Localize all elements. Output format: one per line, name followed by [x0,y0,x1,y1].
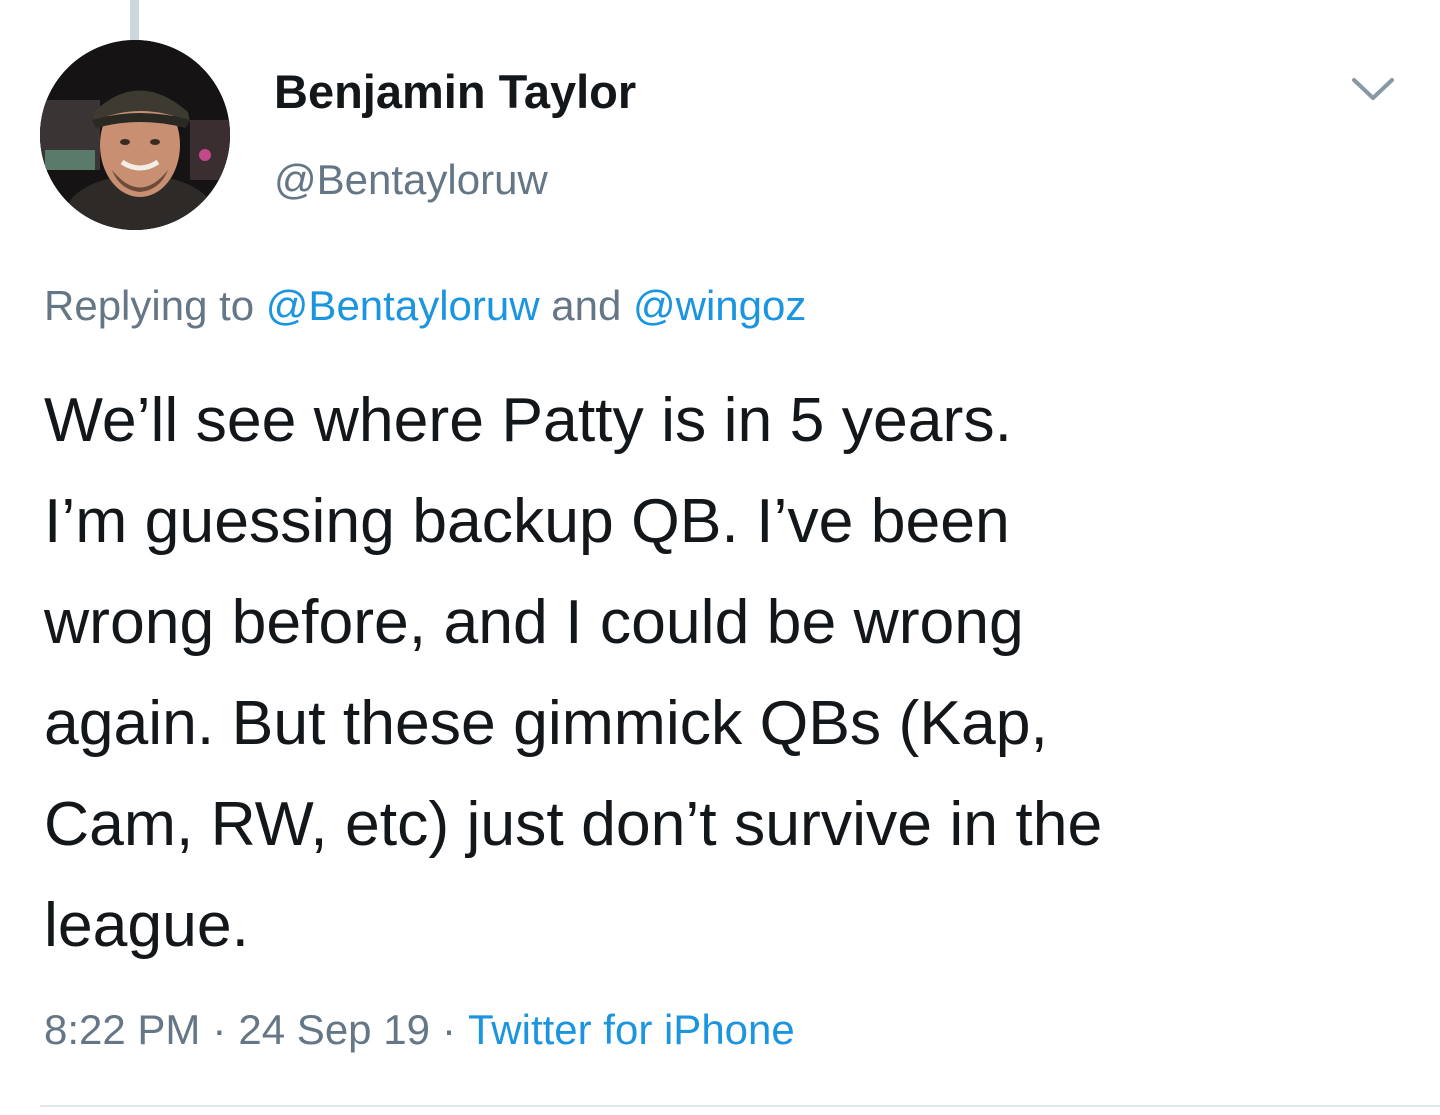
tweet-time[interactable]: 8:22 PM [44,1006,200,1053]
tweet-text-line: wrong before, and I could be wrong [44,587,1024,657]
meta-separator: · [441,1006,456,1053]
replying-conjunction: and [551,282,622,329]
author-block: Benjamin Taylor @Bentayloruw [274,62,636,206]
tweet-text: We’ll see where Patty is in 5 years. I’m… [44,370,1414,976]
tweet-text-line: We’ll see where Patty is in 5 years. [44,385,1012,455]
user-handle[interactable]: @Bentayloruw [274,154,636,206]
tweet-source-link[interactable]: Twitter for iPhone [468,1006,795,1053]
tweet-text-line: league. [44,890,250,960]
tweet-meta: 8:22 PM · 24 Sep 19 · Twitter for iPhone [44,1000,795,1060]
mention-bentayloruw[interactable]: @Bentayloruw [266,282,540,329]
tweet: Benjamin Taylor @Bentayloruw Replying to… [0,0,1440,1115]
avatar-photo [40,40,230,230]
replying-to: Replying to @Bentayloruw and @wingoz [44,278,806,334]
replying-prefix: Replying to [44,282,255,329]
mention-wingoz[interactable]: @wingoz [633,282,806,329]
meta-separator: · [212,1006,227,1053]
avatar[interactable] [40,40,230,230]
chevron-down-icon[interactable] [1348,70,1398,110]
tweet-text-line: again. But these gimmick QBs (Kap, [44,688,1048,758]
divider [40,1105,1440,1107]
tweet-text-line: I’m guessing backup QB. I’ve been [44,486,1010,556]
display-name[interactable]: Benjamin Taylor [274,62,636,122]
tweet-date[interactable]: 24 Sep 19 [238,1006,430,1053]
tweet-text-line: Cam, RW, etc) just don’t survive in the [44,789,1103,859]
